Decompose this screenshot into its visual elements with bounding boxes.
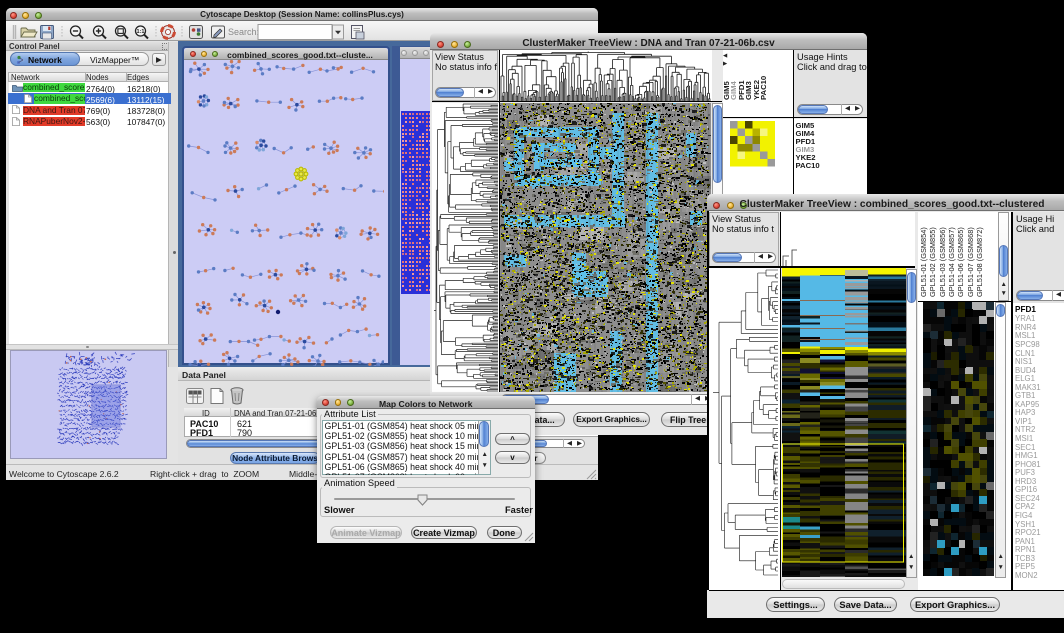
- svg-text:1:1: 1:1: [137, 29, 145, 35]
